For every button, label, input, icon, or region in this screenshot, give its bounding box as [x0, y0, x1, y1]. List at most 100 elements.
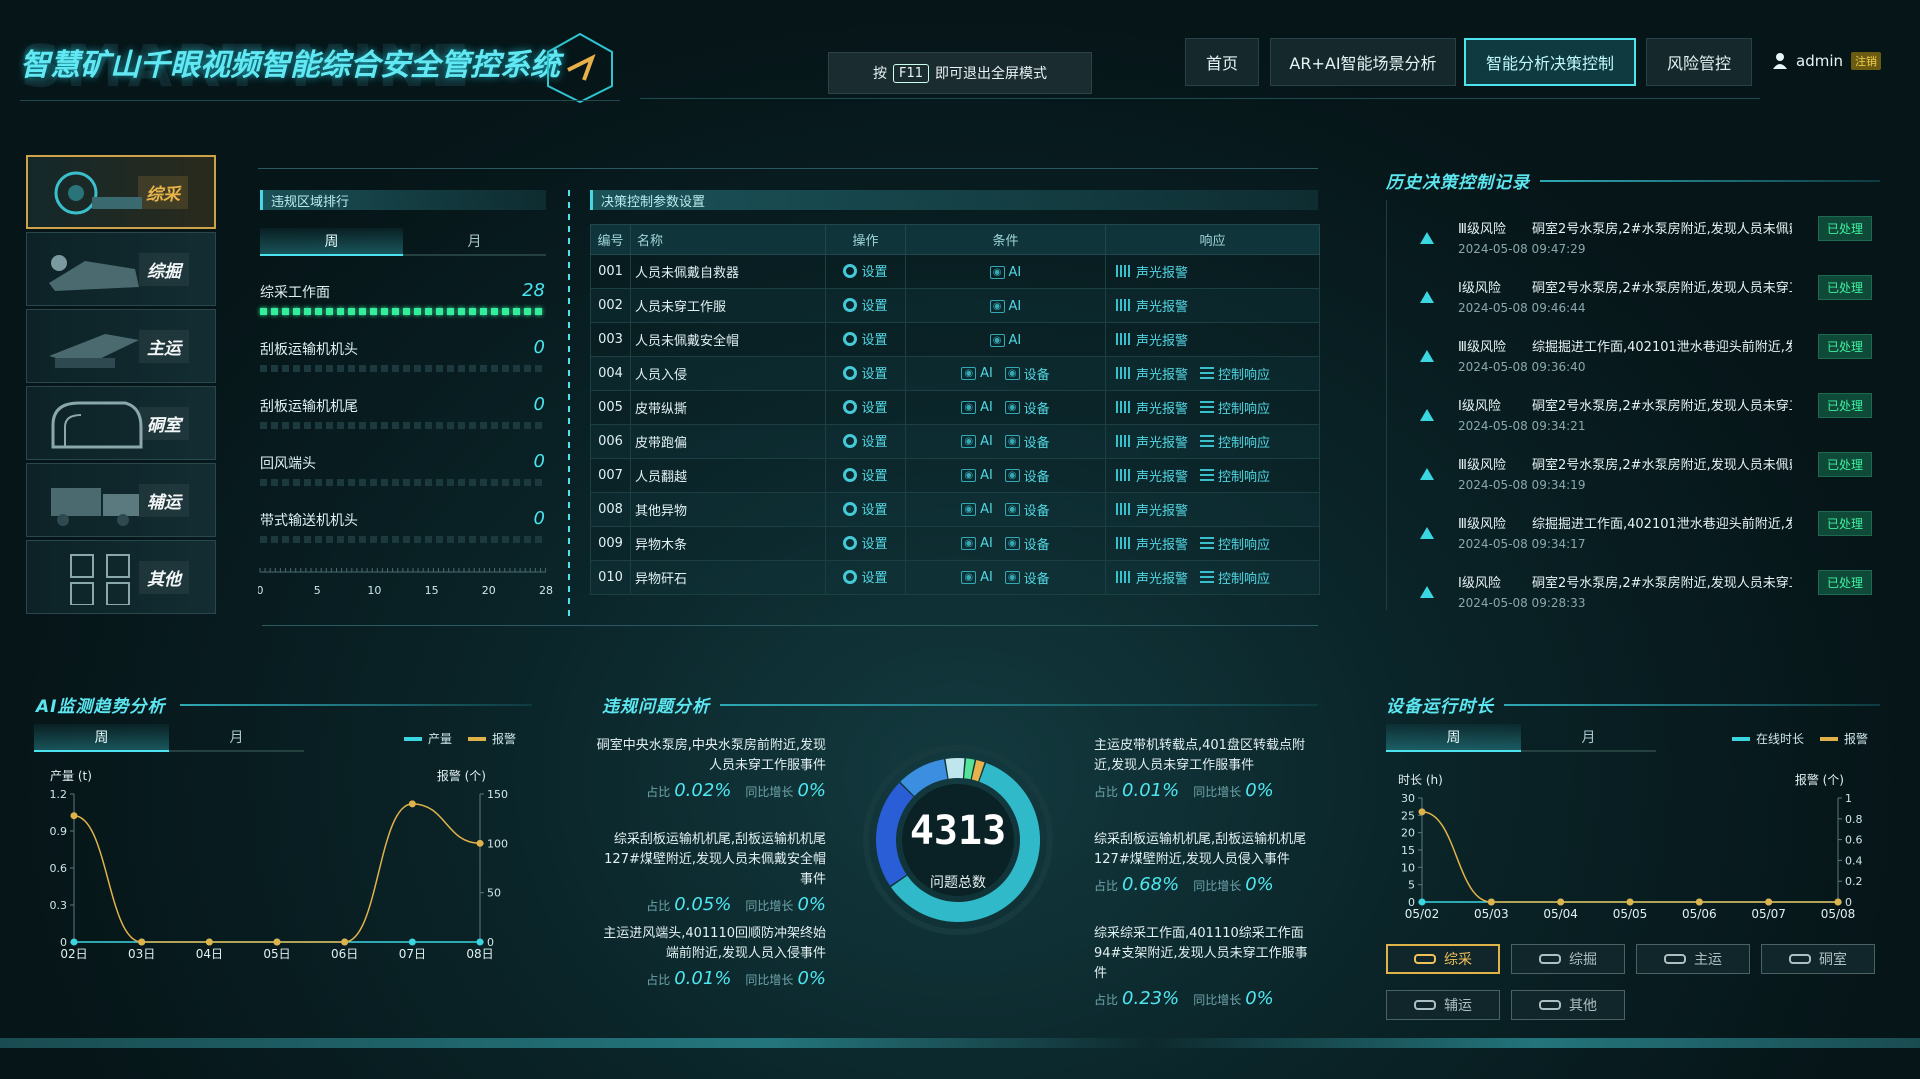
equipment-button-roadheader[interactable]: 综掘 — [1511, 944, 1625, 974]
condition-device[interactable]: ◉ 设备 — [1004, 568, 1050, 587]
response-control[interactable]: 控制响应 — [1200, 568, 1270, 587]
response-alarm-label: 声光报警 — [1136, 503, 1189, 519]
ranking-bar-segment — [304, 422, 311, 429]
condition-device[interactable]: ◉ 设备 — [1004, 466, 1050, 485]
sidebar-label: 主运 — [139, 329, 189, 363]
row-op-cell: 设置 — [825, 356, 906, 391]
sidebar-item-zhuyun[interactable]: 主运 — [26, 309, 216, 383]
history-item[interactable]: Ⅰ级风险 硐室2号水泵房,2#水泵房附近,发现人员未穿工 2024-05-08 09… — [1390, 273, 1880, 329]
condition-ai[interactable]: ◉ AI — [961, 434, 993, 449]
tab-month[interactable]: 月 — [169, 724, 304, 752]
nav-ar-ai-analysis[interactable]: AR+AI智能场景分析 — [1270, 38, 1456, 86]
condition-ai[interactable]: ◉ AI — [961, 570, 993, 585]
tab-week[interactable]: 周 — [260, 228, 403, 256]
equipment-button-tunnel[interactable]: 硐室 — [1761, 944, 1875, 974]
tab-month[interactable]: 月 — [1521, 724, 1656, 752]
history-item[interactable]: Ⅲ级风险 综掘掘进工作面,402101泄水巷迎头前附近,发现 2024-05-08 … — [1390, 509, 1880, 565]
response-control[interactable]: 控制响应 — [1200, 466, 1270, 485]
response-control[interactable]: 控制响应 — [1200, 432, 1270, 451]
sidebar-item-fuyun[interactable]: 辅运 — [26, 463, 216, 537]
equipment-button-shearer[interactable]: 综采 — [1386, 944, 1500, 974]
condition-ai[interactable]: ◉ AI — [961, 536, 993, 551]
user-area: admin 注销 — [1772, 52, 1881, 70]
tab-week[interactable]: 周 — [34, 724, 169, 752]
camera-icon: ◉ — [961, 469, 977, 482]
response-alarm[interactable]: 声光报警 — [1116, 296, 1188, 315]
condition-ai[interactable]: ◉ AI — [961, 400, 993, 415]
ranking-row: 刮板运输机机尾 0 — [260, 394, 545, 429]
sidebar-item-zongjue[interactable]: 综掘 — [26, 232, 216, 306]
setting-button[interactable]: 设置 — [843, 431, 888, 450]
tunnel-icon — [51, 401, 143, 449]
nav-risk-control[interactable]: 风险管控 — [1646, 38, 1752, 86]
response-alarm[interactable]: 声光报警 — [1116, 262, 1188, 281]
response-alarm[interactable]: 声光报警 — [1116, 500, 1188, 519]
condition-ai-label: AI — [1008, 264, 1022, 280]
sidebar-item-dongshi[interactable]: 硐室 — [26, 386, 216, 460]
row-id: 007 — [590, 458, 631, 493]
response-alarm[interactable]: 声光报警 — [1116, 330, 1188, 349]
nav-home[interactable]: 首页 — [1185, 38, 1259, 86]
ranking-bar-segment — [480, 365, 487, 372]
fullscreen-hint-post: 即可退出全屏模式 — [935, 66, 1048, 82]
condition-device[interactable]: ◉ 设备 — [1004, 432, 1050, 451]
history-item[interactable]: Ⅲ级风险 综掘掘进工作面,402101泄水巷迎头前附近,发现 2024-05-08 … — [1390, 332, 1880, 388]
ranking-bar-segment — [425, 365, 432, 372]
data-point — [1418, 898, 1426, 906]
condition-ai[interactable]: ◉ AI — [961, 502, 993, 517]
response-alarm[interactable]: 声光报警 — [1116, 466, 1188, 485]
y2-tick-label: 1 — [1845, 792, 1852, 805]
history-item[interactable]: Ⅲ级风险 硐室2号水泵房,2#水泵房附近,发现人员未佩戴 2024-05-08 09… — [1390, 450, 1880, 506]
condition-device[interactable]: ◉ 设备 — [1004, 364, 1050, 383]
ranking-bar-segment — [403, 365, 410, 372]
setting-button[interactable]: 设置 — [843, 363, 888, 382]
setting-button[interactable]: 设置 — [843, 465, 888, 484]
setting-button[interactable]: 设置 — [843, 329, 888, 348]
condition-ai[interactable]: ◉ AI — [961, 468, 993, 483]
fullscreen-hint: 按 F11 即可退出全屏模式 — [828, 52, 1092, 94]
response-alarm[interactable]: 声光报警 — [1116, 568, 1188, 587]
equipment-button-grid[interactable]: 其他 — [1511, 990, 1625, 1020]
sidebar-item-qita[interactable]: 其他 — [26, 540, 216, 614]
history-item[interactable]: Ⅰ级风险 硐室2号水泵房,2#水泵房附近,发现人员未穿工 2024-05-08 09… — [1390, 568, 1880, 624]
row-id: 001 — [590, 254, 631, 289]
tab-week[interactable]: 周 — [1386, 724, 1521, 752]
setting-button[interactable]: 设置 — [843, 567, 888, 586]
equipment-button-mine-car[interactable]: 辅运 — [1386, 990, 1500, 1020]
nav-decision-control[interactable]: 智能分析决策控制 — [1464, 38, 1636, 86]
condition-ai[interactable]: ◉ AI — [961, 366, 993, 381]
response-control[interactable]: 控制响应 — [1200, 534, 1270, 553]
logout-button[interactable]: 注销 — [1851, 52, 1881, 70]
response-alarm[interactable]: 声光报警 — [1116, 432, 1188, 451]
tab-month[interactable]: 月 — [403, 228, 546, 256]
response-alarm[interactable]: 声光报警 — [1116, 364, 1188, 383]
setting-button[interactable]: 设置 — [843, 397, 888, 416]
setting-button[interactable]: 设置 — [843, 261, 888, 280]
col-id: 编号 — [590, 224, 631, 255]
response-alarm[interactable]: 声光报警 — [1116, 534, 1188, 553]
ranking-value: 0 — [533, 508, 545, 529]
ranking-bar-segment — [414, 479, 421, 486]
condition-ai[interactable]: ◉ AI — [989, 299, 1021, 314]
condition-ai[interactable]: ◉ AI — [989, 264, 1022, 280]
sidebar-label: 其他 — [139, 560, 189, 594]
history-item[interactable]: Ⅰ级风险 硐室2号水泵房,2#水泵房附近,发现人员未穿工 2024-05-08 09… — [1390, 391, 1880, 447]
y-axis-label-left: 时长 (h) — [1398, 773, 1443, 787]
response-control[interactable]: 控制响应 — [1200, 364, 1270, 383]
condition-device[interactable]: ◉ 设备 — [1004, 398, 1050, 417]
setting-button[interactable]: 设置 — [843, 295, 888, 314]
response-alarm[interactable]: 声光报警 — [1116, 398, 1188, 417]
status-badge: 已处理 — [1818, 275, 1873, 300]
equipment-button-conveyor[interactable]: 主运 — [1636, 944, 1750, 974]
setting-button[interactable]: 设置 — [843, 499, 888, 518]
condition-device[interactable]: ◉ 设备 — [1004, 534, 1050, 553]
setting-button[interactable]: 设置 — [843, 533, 888, 552]
ranking-bar — [260, 479, 542, 486]
camera-icon: ◉ — [961, 503, 977, 516]
sidebar-item-zongcai[interactable]: 综采 — [26, 155, 216, 229]
response-control[interactable]: 控制响应 — [1200, 398, 1270, 417]
violation-stats: 占比 0.01% 同比增长 0% — [594, 968, 826, 989]
condition-device[interactable]: ◉ 设备 — [1004, 500, 1050, 519]
condition-ai[interactable]: ◉ AI — [989, 333, 1021, 348]
history-item[interactable]: Ⅲ级风险 硐室2号水泵房,2#水泵房附近,发现人员未佩戴 2024-05-08 09… — [1390, 214, 1880, 270]
